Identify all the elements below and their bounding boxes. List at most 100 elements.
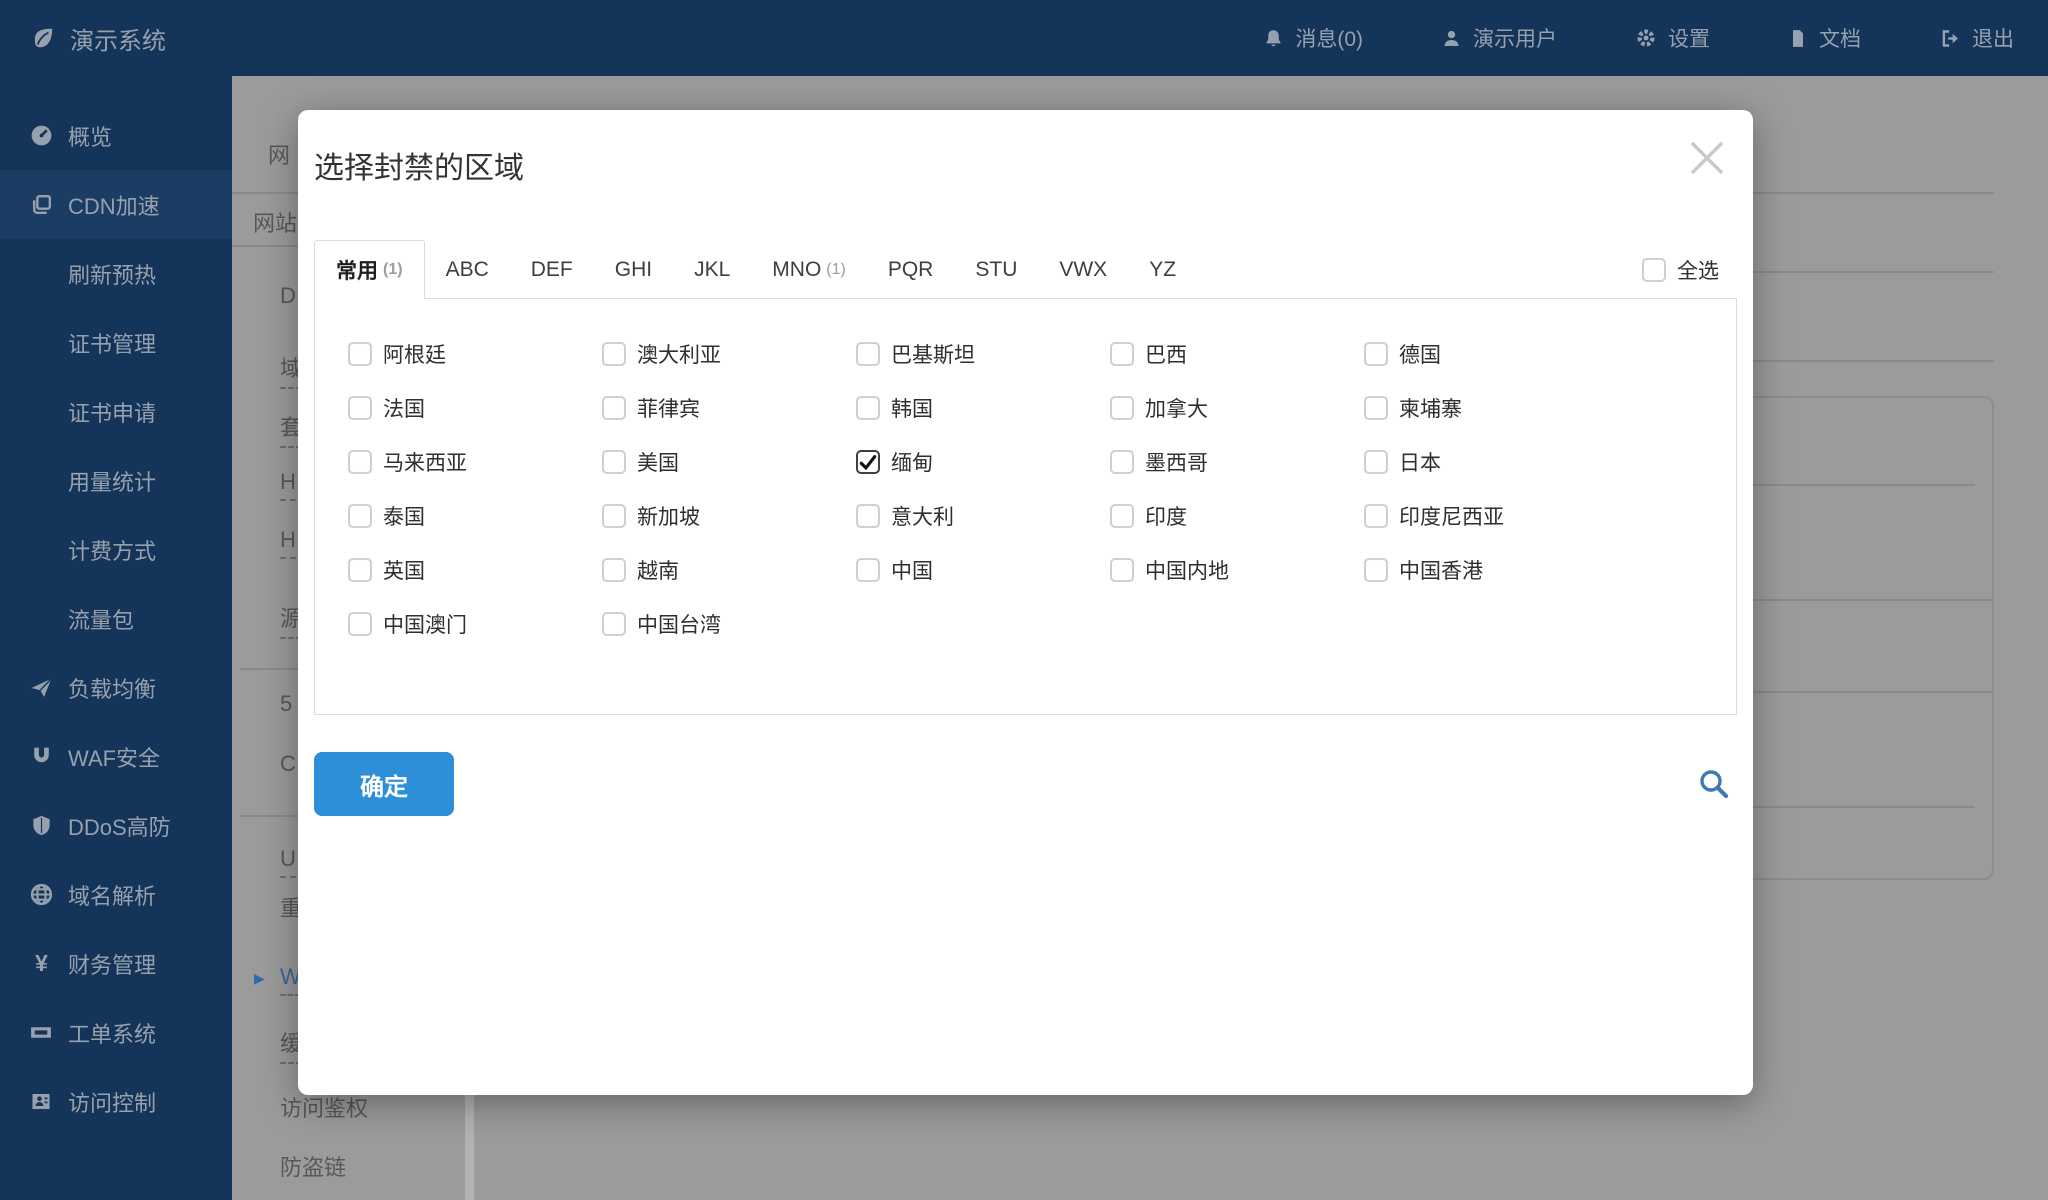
region-label: 中国澳门 — [383, 609, 467, 639]
sidebar-item-cert-apply[interactable]: 证书申请 — [0, 377, 232, 446]
tab-JKL[interactable]: JKL — [673, 240, 751, 299]
dialog-title: 选择封禁的区域 — [314, 150, 1737, 188]
region-checkbox-item[interactable]: 意大利 — [856, 489, 1110, 543]
region-label: 法国 — [383, 393, 425, 423]
tab-YZ[interactable]: YZ — [1128, 240, 1197, 299]
tab-GHI[interactable]: GHI — [594, 240, 673, 299]
tab-label: GHI — [615, 258, 652, 282]
sidebar-item-refresh-prewarm[interactable]: 刷新预热 — [0, 239, 232, 308]
region-checkbox-item[interactable]: 新加坡 — [602, 489, 856, 543]
region-checkbox-item[interactable]: 柬埔寨 — [1364, 381, 1618, 435]
tab-DEF[interactable]: DEF — [510, 240, 594, 299]
region-checkbox-item[interactable]: 阿根廷 — [348, 327, 602, 381]
region-label: 阿根廷 — [383, 339, 446, 369]
region-checkbox-item[interactable]: 澳大利亚 — [602, 327, 856, 381]
checkbox — [348, 450, 372, 474]
region-checkbox-item[interactable]: 美国 — [602, 435, 856, 489]
region-label: 英国 — [383, 555, 425, 585]
tab-label: STU — [975, 258, 1017, 282]
region-checkbox-item[interactable]: 印度尼西亚 — [1364, 489, 1618, 543]
sidebar-item-tickets[interactable]: 工单系统 — [0, 998, 232, 1067]
region-checkbox-item[interactable]: 菲律宾 — [602, 381, 856, 435]
region-checkbox-item[interactable]: 法国 — [348, 381, 602, 435]
region-checkbox-item[interactable]: 印度 — [1110, 489, 1364, 543]
ticket-icon — [28, 1020, 54, 1045]
tab-ABC[interactable]: ABC — [425, 240, 510, 299]
sidebar-item-usage-stats[interactable]: 用量统计 — [0, 446, 232, 515]
sidebar-item-billing[interactable]: 计费方式 — [0, 515, 232, 584]
sidebar-item-load-balance[interactable]: 负载均衡 — [0, 653, 232, 722]
region-checkbox-item[interactable]: 加拿大 — [1110, 381, 1364, 435]
sidebar-item-label: 证书管理 — [68, 327, 156, 359]
region-checkbox-item[interactable]: 中国 — [856, 543, 1110, 597]
checkbox — [602, 558, 626, 582]
user-icon — [1441, 28, 1462, 49]
sidebar: 概览CDN加速刷新预热证书管理证书申请用量统计计费方式流量包负载均衡 WAF安全D… — [0, 76, 232, 1200]
region-checkbox-item[interactable]: 日本 — [1364, 435, 1618, 489]
region-checkbox-item[interactable]: 马来西亚 — [348, 435, 602, 489]
checkbox — [1110, 450, 1134, 474]
region-checkbox-item[interactable]: 韩国 — [856, 381, 1110, 435]
sidebar-item-finance[interactable]: ¥财务管理 — [0, 929, 232, 998]
region-label: 泰国 — [383, 501, 425, 531]
confirm-button[interactable]: 确定 — [314, 752, 454, 816]
region-checkbox-item[interactable]: 越南 — [602, 543, 856, 597]
checkbox — [856, 342, 880, 366]
checkbox — [348, 396, 372, 420]
tab-PQR[interactable]: PQR — [867, 240, 955, 299]
background-line — [240, 815, 298, 817]
shield-icon — [28, 813, 54, 838]
region-checkbox-item[interactable]: 巴西 — [1110, 327, 1364, 381]
checkbox — [348, 558, 372, 582]
region-checkbox-item[interactable]: 巴基斯坦 — [856, 327, 1110, 381]
tab-label: MNO — [772, 258, 821, 282]
tab-count: (1) — [383, 261, 403, 279]
sidebar-item-access-control[interactable]: 访问控制 — [0, 1067, 232, 1136]
region-checkbox-item[interactable]: 英国 — [348, 543, 602, 597]
region-checkbox-item[interactable]: 中国澳门 — [348, 597, 602, 651]
topbar-item-user[interactable]: 演示用户 — [1441, 23, 1557, 53]
tab-STU[interactable]: STU — [954, 240, 1038, 299]
topbar-item-docs[interactable]: 文档 — [1788, 23, 1861, 53]
sidebar-item-ddos[interactable]: DDoS高防 — [0, 791, 232, 860]
region-checkbox-item[interactable]: 泰国 — [348, 489, 602, 543]
sidebar-item-dns[interactable]: 域名解析 — [0, 860, 232, 929]
gear-icon — [1635, 27, 1657, 49]
sidebar-item-waf[interactable]: WAF安全 — [0, 722, 232, 791]
region-checkbox-item[interactable]: 德国 — [1364, 327, 1618, 381]
sidebar-item-cdn[interactable]: CDN加速 — [0, 170, 232, 239]
region-label: 巴西 — [1145, 339, 1187, 369]
background-partial-text: 5 — [280, 691, 292, 717]
region-label: 德国 — [1399, 339, 1441, 369]
topbar-item-label: 设置 — [1668, 23, 1710, 53]
topbar: 演示系统 消息(0) 演示用户 设置 文档 退出 — [0, 0, 2048, 76]
region-checkbox-item[interactable]: 中国香港 — [1364, 543, 1618, 597]
screen: 网网站D域套HH源5CU重▶W缓访问鉴权防盗链 演示系统 消息(0)演示用户设置… — [0, 0, 2048, 1200]
region-checkbox-item[interactable]: 中国内地 — [1110, 543, 1364, 597]
tab-MNO[interactable]: MNO(1) — [751, 240, 867, 299]
idcard-icon — [28, 1089, 54, 1114]
tab-label: YZ — [1149, 258, 1176, 282]
region-grid: 阿根廷 澳大利亚 巴基斯坦 巴西 德国 法国 菲律宾 韩国 加拿大 柬埔寨 — [315, 299, 1736, 651]
region-checkbox-item[interactable]: 缅甸 — [856, 435, 1110, 489]
topbar-item-logout[interactable]: 退出 — [1939, 23, 2014, 53]
sidebar-item-overview[interactable]: 概览 — [0, 101, 232, 170]
region-checkbox-item[interactable]: 墨西哥 — [1110, 435, 1364, 489]
checkbox — [602, 450, 626, 474]
dialog-footer: 确定 — [314, 752, 1737, 816]
sidebar-item-cert-manage[interactable]: 证书管理 — [0, 308, 232, 377]
search-icon[interactable] — [1697, 767, 1731, 801]
topbar-item-settings[interactable]: 设置 — [1635, 23, 1710, 53]
sidebar-item-traffic-pack[interactable]: 流量包 — [0, 584, 232, 653]
tab-VWX[interactable]: VWX — [1038, 240, 1128, 299]
topbar-item-messages[interactable]: 消息(0) — [1263, 23, 1363, 53]
tab-label: VWX — [1059, 258, 1107, 282]
app-brand[interactable]: 演示系统 — [30, 21, 166, 56]
checkbox — [602, 612, 626, 636]
region-label: 印度 — [1145, 501, 1187, 531]
tab-常用[interactable]: 常用(1) — [314, 240, 425, 299]
sidebar-item-label: 负载均衡 — [68, 672, 156, 704]
close-icon[interactable] — [1681, 132, 1733, 184]
select-all-checkbox[interactable]: 全选 — [1642, 240, 1737, 299]
region-checkbox-item[interactable]: 中国台湾 — [602, 597, 856, 651]
